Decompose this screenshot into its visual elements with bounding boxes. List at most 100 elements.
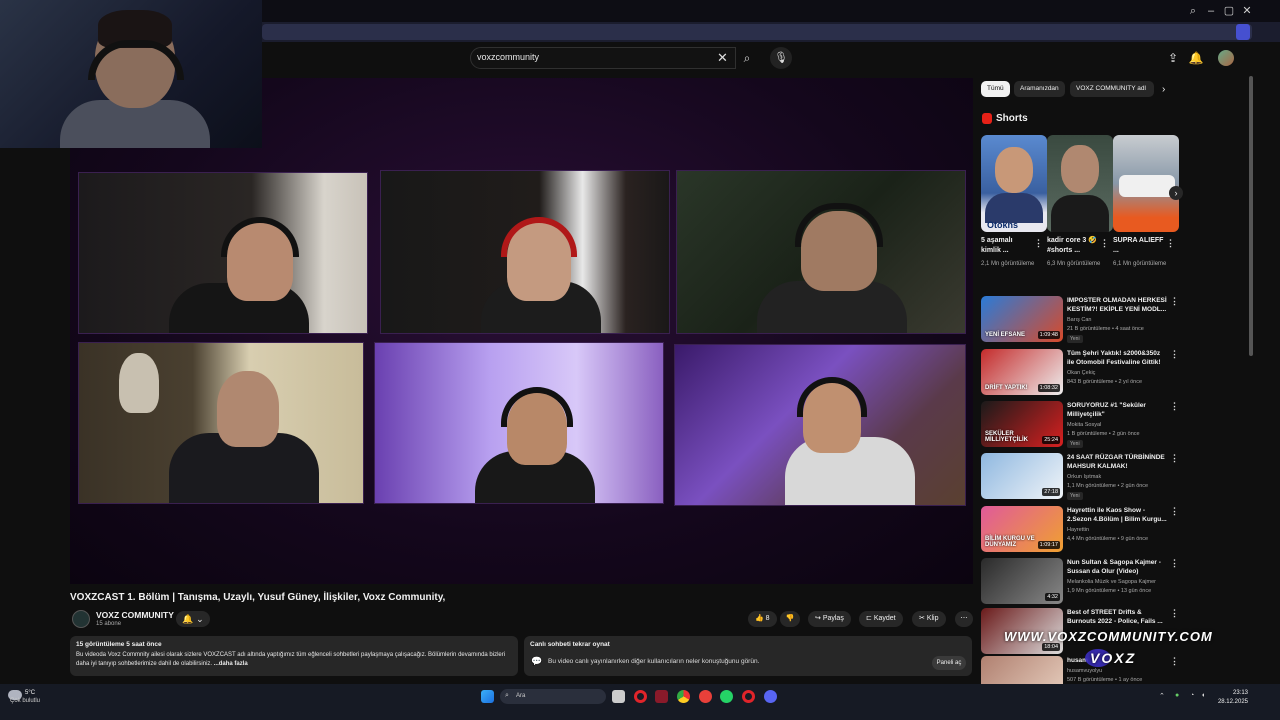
video-channel[interactable]: Barış Can: [1067, 317, 1091, 323]
minimize-icon[interactable]: –: [1204, 4, 1218, 18]
video-title-link[interactable]: Best of STREET Drifts & Burnouts 2022 - …: [1067, 608, 1167, 626]
short-views: 6,1 Mn görüntüleme: [1113, 261, 1167, 267]
short-menu-icon[interactable]: ⋮: [1100, 238, 1109, 249]
description-body: Bu videoda Voxz Commnity ailesi olarak s…: [76, 652, 506, 667]
chat-replay-title: Canlı sohbeti tekrar oynat: [530, 641, 610, 648]
file-explorer-icon[interactable]: [612, 690, 625, 703]
video-meta: 843 B görüntüleme • 2 yıl önce: [1067, 379, 1142, 385]
video-menu-icon[interactable]: ⋮: [1170, 349, 1179, 360]
settings-icon[interactable]: [1236, 24, 1250, 40]
clip-button[interactable]: ✂ Klip: [912, 611, 946, 627]
video-menu-icon[interactable]: ⋮: [1170, 506, 1179, 517]
video-duration: 1:09:17: [1037, 541, 1060, 549]
video-title-link[interactable]: Tüm Şehri Yaktık! s2000&350z ile Otomobi…: [1067, 349, 1167, 367]
channel-name[interactable]: VOXZ COMMUNITY: [96, 610, 174, 620]
short-thumbnail[interactable]: Otokns: [981, 135, 1047, 232]
dislike-button[interactable]: 👎: [780, 611, 800, 627]
close-icon[interactable]: ✕: [1240, 4, 1254, 18]
video-channel[interactable]: husamvuyolyu: [1067, 668, 1102, 674]
shorts-next-icon[interactable]: ›: [1169, 186, 1183, 200]
volume-icon[interactable]: ◖: [1201, 692, 1205, 699]
chip-all[interactable]: Tümü: [981, 81, 1010, 97]
video-title-link[interactable]: Nun Sultan & Sagopa Kajmer - Sussan da O…: [1067, 558, 1167, 576]
video-thumbnail[interactable]: BİLİM KURGU VE DÜNYAMIZ 1:09:17: [981, 506, 1063, 552]
wifi-icon[interactable]: ◔: [1190, 692, 1194, 699]
video-thumbnail[interactable]: DRİFT YAPTIK! 1:08:32: [981, 349, 1063, 395]
clear-icon[interactable]: ✕: [717, 50, 728, 66]
opera-gx-icon[interactable]: [742, 690, 755, 703]
scrollbar[interactable]: [1249, 76, 1253, 356]
share-button[interactable]: ↪ Paylaş: [808, 611, 851, 627]
short-thumb-text: Otokns: [987, 220, 1019, 230]
video-channel[interactable]: Hayrettin: [1067, 527, 1089, 533]
short-views: 2,1 Mn görüntüleme: [981, 261, 1035, 267]
short-thumbnail[interactable]: [1113, 135, 1179, 232]
video-duration: 1:09:48: [1037, 331, 1060, 339]
address-bar[interactable]: [262, 24, 1252, 40]
whatsapp-icon[interactable]: [720, 690, 733, 703]
description-meta: 15 görüntüleme 5 saat önce: [76, 641, 162, 648]
video-title: VOXZCAST 1. Bölüm | Tanışma, Uzaylı, Yus…: [70, 592, 446, 603]
save-label: Kaydet: [873, 615, 896, 622]
video-channel[interactable]: Orkun Işıtmak: [1067, 474, 1101, 480]
save-button[interactable]: ⊏ Kaydet: [859, 611, 903, 627]
short-menu-icon[interactable]: ⋮: [1166, 238, 1175, 249]
chip-channel[interactable]: VOXZ COMMUNITY adl: [1070, 81, 1154, 97]
video-meta: 1,9 Mn görüntüleme • 13 gün önce: [1067, 588, 1152, 594]
video-title-link[interactable]: Hayrettin ile Kaos Show - 2.Sezon 4.Bölü…: [1067, 506, 1167, 524]
video-thumbnail[interactable]: 27:18: [981, 453, 1063, 499]
app-icon[interactable]: [655, 690, 668, 703]
new-badge: Yeni: [1067, 335, 1083, 343]
show-more-link[interactable]: ...daha fazla: [214, 661, 248, 667]
short-menu-icon[interactable]: ⋮: [1034, 238, 1043, 249]
video-channel[interactable]: Melankolia Müzik ve Sagopa Kajmer: [1067, 579, 1156, 585]
notification-bell-button[interactable]: 🔔 ⌄: [176, 611, 210, 627]
video-menu-icon[interactable]: ⋮: [1170, 608, 1179, 619]
app-icon[interactable]: [699, 690, 712, 703]
video-channel[interactable]: Okan Çekiç: [1067, 370, 1095, 376]
video-menu-icon[interactable]: ⋮: [1170, 401, 1179, 412]
video-menu-icon[interactable]: ⋮: [1170, 558, 1179, 569]
video-title-link[interactable]: SORUYORUZ #1 "Seküler Milliyetçilik": [1067, 401, 1167, 419]
mic-icon[interactable]: 🎙: [770, 47, 792, 69]
short-views: 6,3 Mn görüntüleme: [1047, 261, 1101, 267]
video-title-link[interactable]: IMPOSTER OLMADAN HERKESİ KESTİM?! EKİPLE…: [1067, 296, 1167, 314]
more-actions-button[interactable]: ⋯: [955, 611, 973, 627]
video-menu-icon[interactable]: ⋮: [1170, 656, 1179, 667]
short-title[interactable]: kadir core 3 🤣#shorts ...: [1047, 236, 1099, 256]
upload-icon[interactable]: ⇪: [1165, 50, 1181, 66]
clock[interactable]: 23:13 28.12.2025: [1212, 689, 1248, 707]
like-button[interactable]: 👍 8: [748, 611, 777, 627]
video-thumbnail[interactable]: SEKÜLER MİLLİYETÇİLİK 25:24: [981, 401, 1063, 447]
video-title-link[interactable]: 24 SAAT RÜZGAR TÜRBİNİNDE MAHSUR KALMAK!: [1067, 453, 1167, 471]
video-channel[interactable]: Mokita Sosyal: [1067, 422, 1101, 428]
opera-icon[interactable]: [634, 690, 647, 703]
bell-icon[interactable]: 🔔: [1188, 50, 1204, 66]
chevron-right-icon[interactable]: ›: [1162, 84, 1165, 95]
short-title[interactable]: SUPRA ALIEFF ...: [1113, 236, 1165, 256]
video-thumbnail[interactable]: YENİ EFSANE 1:09:48: [981, 296, 1063, 342]
avatar[interactable]: [1218, 50, 1234, 66]
maximize-icon[interactable]: ▢: [1222, 4, 1236, 18]
short-title[interactable]: 5 aşamalı kimlik ...: [981, 236, 1033, 256]
video-meta: 507 B görüntüleme • 1 ay önce: [1067, 677, 1143, 683]
search-query[interactable]: voxzcommunity: [477, 52, 539, 62]
chat-icon: 💬: [531, 656, 543, 666]
video-player[interactable]: [70, 78, 973, 584]
tray-chevron-icon[interactable]: ⌃: [1159, 692, 1165, 700]
tray-mic-icon[interactable]: ●: [1175, 692, 1179, 699]
chrome-icon[interactable]: [677, 690, 690, 703]
video-meta: 1 B görüntüleme • 2 gün önce: [1067, 431, 1140, 437]
video-menu-icon[interactable]: ⋮: [1170, 296, 1179, 307]
open-panel-button[interactable]: Paneli aç: [932, 656, 966, 670]
scissors-icon: ✂: [919, 615, 927, 622]
discord-icon[interactable]: [764, 690, 777, 703]
search-button[interactable]: ⌕: [736, 47, 758, 69]
short-thumbnail[interactable]: [1047, 135, 1113, 232]
channel-avatar[interactable]: [72, 610, 90, 628]
chip-from-search[interactable]: Aramanızdan: [1014, 81, 1065, 97]
video-thumbnail[interactable]: 4:32: [981, 558, 1063, 604]
search-icon[interactable]: ⌕: [1186, 4, 1200, 18]
video-menu-icon[interactable]: ⋮: [1170, 453, 1179, 464]
windows-start-icon[interactable]: [481, 690, 494, 703]
